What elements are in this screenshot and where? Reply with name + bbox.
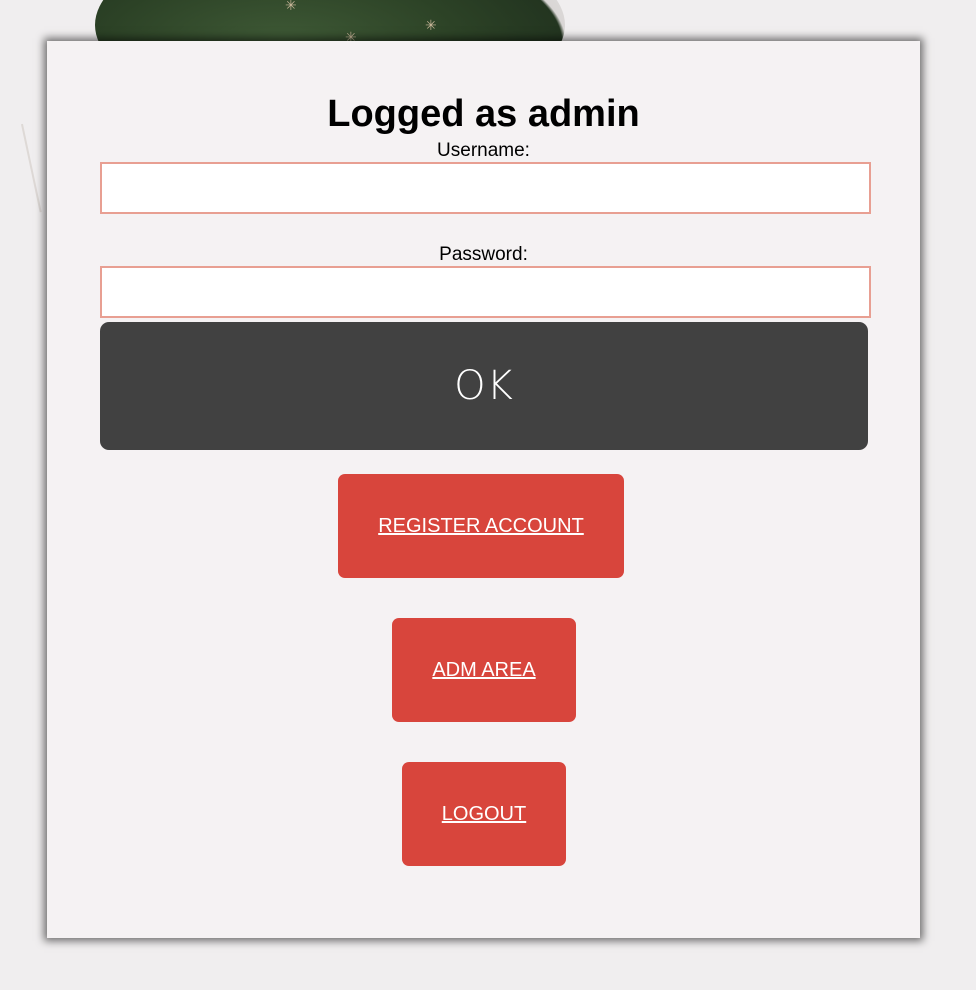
username-field[interactable] (100, 162, 871, 214)
page-title: Logged as admin (327, 93, 640, 135)
cactus-spine-icon: ✳ (425, 18, 437, 34)
username-label: Username: (437, 140, 530, 161)
logout-button[interactable]: LOGOUT (402, 762, 566, 866)
password-field[interactable] (100, 266, 871, 318)
password-label: Password: (439, 244, 528, 265)
ok-button[interactable]: OK (100, 322, 868, 450)
cactus-spine-icon: ✳ (285, 0, 297, 14)
adm-area-button[interactable]: ADM AREA (392, 618, 576, 722)
login-panel: Logged as admin Username: Password: OK R… (47, 41, 920, 938)
register-account-button[interactable]: REGISTER ACCOUNT (338, 474, 624, 578)
